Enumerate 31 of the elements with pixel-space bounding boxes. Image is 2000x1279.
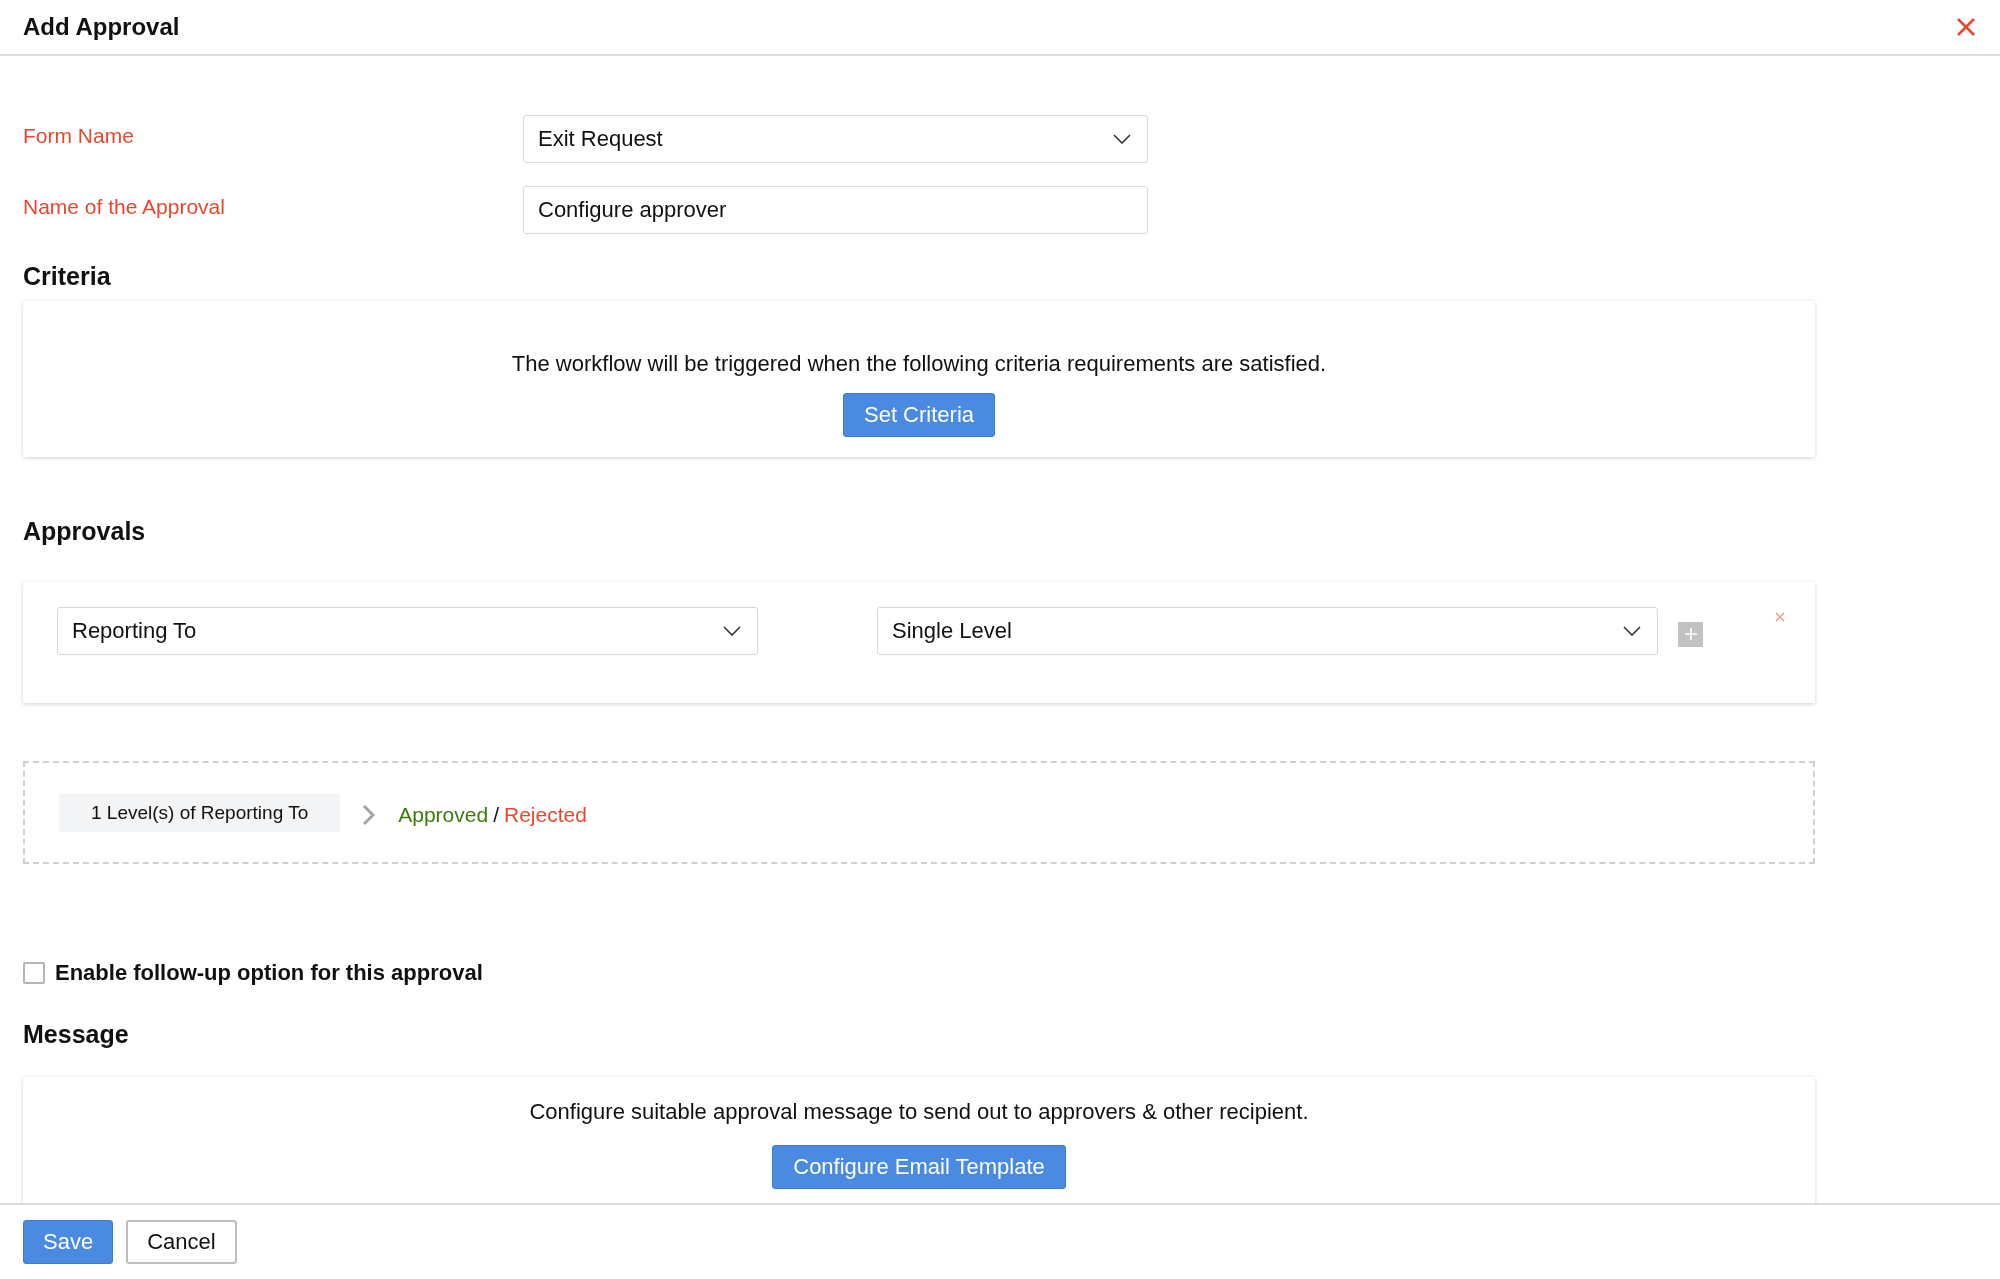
chevron-right-icon (362, 803, 377, 826)
window-title: Add Approval (23, 13, 180, 41)
field-label: Form Name (23, 124, 134, 148)
chevron-down-icon (723, 626, 741, 636)
chevron-down-icon (1623, 626, 1641, 636)
rejected-label: Rejected (503, 802, 587, 827)
section-heading: Message (23, 1020, 130, 1049)
close-icon (1956, 17, 1976, 37)
criteria-description: The workflow will be triggered when the following criteria requirements are satisfied. (511, 351, 1327, 377)
dropdown[interactable]: Exit Request (523, 115, 1148, 163)
approved-label: Approved (398, 802, 489, 827)
chevron-down-icon (1113, 134, 1131, 144)
set-criteria-button[interactable]: Set Criteria (842, 393, 995, 437)
cancel-button[interactable]: Cancel (126, 1220, 237, 1264)
checkbox[interactable] (23, 962, 45, 984)
add-level-button[interactable] (1678, 621, 1703, 647)
save-button[interactable]: Save (23, 1220, 114, 1264)
configure-template-button[interactable]: Configure Email Template (772, 1145, 1066, 1189)
level-chip: 1 Level(s) of Reporting To (59, 793, 341, 832)
section-heading: Criteria (23, 262, 112, 291)
message-description: Configure suitable approval message to send out to approvers & other recipient. (529, 1099, 1309, 1125)
text-field[interactable]: Configure approver (523, 186, 1148, 234)
checkbox-label: Enable follow-up option for this approval (55, 960, 483, 986)
dropdown[interactable]: Single Level (877, 607, 1658, 655)
plus-icon (1683, 627, 1698, 641)
separator-text: / (493, 802, 499, 827)
remove-button[interactable] (1775, 612, 1785, 622)
close-icon (1775, 612, 1785, 622)
dropdown[interactable]: Reporting To (57, 607, 758, 655)
field-label: Name of the Approval (23, 195, 225, 219)
section-heading: Approvals (23, 517, 147, 546)
